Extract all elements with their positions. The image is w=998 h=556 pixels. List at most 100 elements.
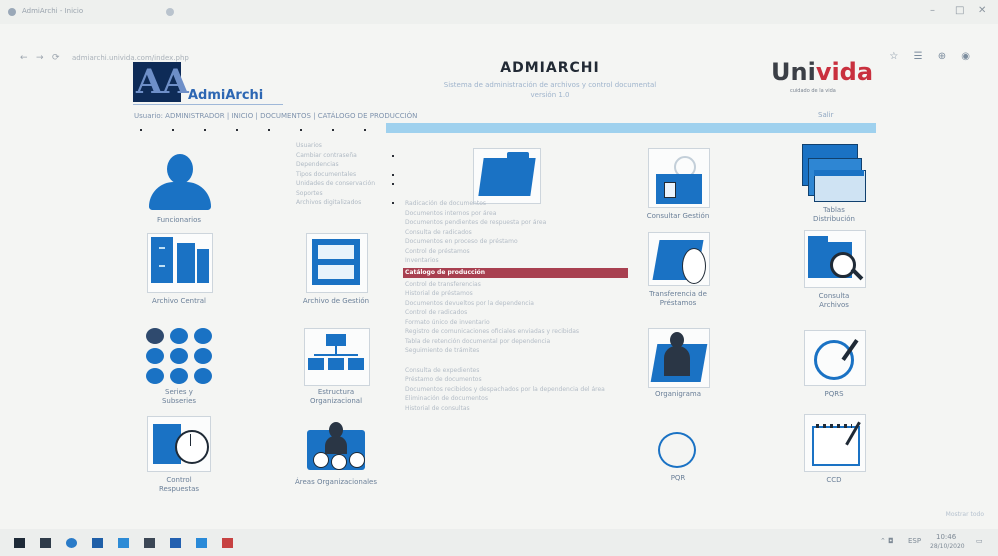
submenu-item[interactable]: Eliminación de documentos <box>403 394 628 404</box>
tile-archivo-gestion[interactable]: Archivo de Gestión <box>276 233 396 306</box>
notifications-icon[interactable]: ▭ <box>976 537 983 545</box>
submenu-item[interactable]: Unidades de conservación <box>296 179 396 189</box>
browser-toolbar-icons[interactable]: ☆ ☰ ⊕ ◉ <box>889 51 976 62</box>
file-explorer-icon[interactable] <box>92 538 103 548</box>
tile-estructura[interactable]: Estructura Organizacional <box>276 328 396 406</box>
tile-label: Funcionarios <box>156 216 202 224</box>
clock-date[interactable]: 28/10/2020 <box>930 543 965 550</box>
tile-ccd[interactable]: CCD <box>774 414 894 485</box>
submenu-item[interactable]: Documentos internos por área <box>403 209 628 219</box>
tile-label: Estructura Organizacional <box>309 388 363 405</box>
clock-time[interactable]: 10:46 <box>936 533 956 541</box>
tab-icon <box>166 8 174 16</box>
tile-label: Consultar Gestión <box>646 212 710 220</box>
close-window-icon[interactable]: ✕ <box>978 5 986 16</box>
submenu-item[interactable]: Historial de consultas <box>403 404 628 414</box>
submenu-item[interactable]: Control de transferencias <box>403 280 628 290</box>
show-all-link[interactable]: Mostrar todo <box>946 511 984 518</box>
submenu-item-label: Archivos digitalizados <box>296 199 362 206</box>
forward-arrow-icon[interactable]: → <box>36 53 44 63</box>
bullet-icon <box>392 183 394 185</box>
tile-areas[interactable]: Áreas Organizacionales <box>276 416 396 487</box>
submenu-item[interactable]: Inventarios <box>403 256 628 266</box>
page-subtitle: Sistema de administración de archivos y … <box>380 80 720 100</box>
subtitle-line2: versión 1.0 <box>530 91 570 99</box>
tile-archivo-central[interactable]: Archivo Central <box>119 233 239 306</box>
submenu-item-label: Tipos documentales <box>296 170 357 178</box>
folder-person-icon <box>646 328 710 388</box>
start-icon[interactable] <box>14 538 25 548</box>
tile-organigrama[interactable]: Organigrama <box>618 328 738 399</box>
submenu-item[interactable]: Tipos documentales <box>296 170 396 180</box>
submenu-item[interactable]: Dependencias <box>296 160 396 170</box>
tile-consultar-gestion[interactable]: Consultar Gestión <box>618 148 738 221</box>
submenu-item[interactable]: Consulta de expedientes <box>403 366 628 376</box>
notepad-icon <box>802 414 866 472</box>
subtitle-line1: Sistema de administración de archivos y … <box>443 81 657 89</box>
submenu-item[interactable]: Consulta de radicados <box>403 228 628 238</box>
submenu-item[interactable]: Documentos recibidos y despachados por l… <box>403 385 628 395</box>
admiarchi-logo: AA <box>133 62 189 102</box>
tile-tablas[interactable]: Tablas Distribución <box>774 144 894 224</box>
task-view-icon[interactable] <box>40 538 51 548</box>
tile-label: CCD <box>826 476 842 484</box>
url-field[interactable]: admiarchi.univida.com/index.php <box>72 54 189 62</box>
tile-funcionarios[interactable]: Funcionarios <box>119 152 239 225</box>
tile-label: Archivo Central <box>152 297 206 305</box>
submenu-item[interactable]: Seguimiento de trámites <box>403 346 628 356</box>
submenu-item[interactable]: Cambiar contraseña <box>296 151 396 161</box>
submenu-item[interactable]: Documentos pendientes de respuesta por á… <box>403 218 628 228</box>
submenu-item[interactable]: Documentos devueltos por la dependencia <box>403 299 628 309</box>
tile-label: Control Respuestas <box>158 476 200 493</box>
minimize-icon[interactable]: – <box>930 5 935 16</box>
language-indicator[interactable]: ESP <box>908 537 921 545</box>
submenu-item[interactable]: Préstamo de documentos <box>403 375 628 385</box>
reload-icon[interactable]: ⟳ <box>52 53 60 63</box>
submenu-item[interactable]: Soportes <box>296 189 396 199</box>
submenu-item[interactable]: Usuarios <box>296 141 396 151</box>
submenu-item[interactable]: Historial de préstamos <box>403 289 628 299</box>
submenu-item[interactable]: Documentos en proceso de préstamo <box>403 237 628 247</box>
people-group-icon <box>303 416 369 474</box>
folder-transfer-icon <box>646 232 710 286</box>
submenu-item[interactable]: Radicación de documentos <box>403 199 628 209</box>
submenu-item[interactable]: Tabla de retención documental por depend… <box>403 337 628 347</box>
submenu-item[interactable]: Archivos digitalizados <box>296 198 396 208</box>
submenu-item[interactable]: Control de préstamos <box>403 247 628 257</box>
browser-tab-title[interactable]: AdmiArchi - Inicio <box>22 7 83 15</box>
tile-transferencia[interactable]: Transferencia de Préstamos <box>618 232 738 308</box>
breadcrumb[interactable]: Usuario: ADMINISTRADOR | INICIO | DOCUME… <box>134 112 417 120</box>
submenu-spacer <box>403 356 628 366</box>
logout-link[interactable]: Salir <box>818 111 834 119</box>
submenu-item[interactable]: Control de radicados <box>403 308 628 318</box>
submenu-item[interactable]: Registro de comunicaciones oficiales env… <box>403 327 628 337</box>
tile-pqr[interactable]: PQR <box>618 432 738 483</box>
tile-series[interactable]: Series y Subseries <box>119 328 239 406</box>
tile-label: Series y Subseries <box>161 388 197 405</box>
tile-label: Organigrama <box>654 390 702 398</box>
submenu-item[interactable]: Formato único de inventario <box>403 318 628 328</box>
tile-label: Transferencia de Préstamos <box>649 290 707 307</box>
tile-control-respuestas[interactable]: Control Respuestas <box>119 416 239 494</box>
submenu-item-selected[interactable]: Catálogo de producción <box>403 267 628 278</box>
univida-tagline: cuidado de la vida <box>790 88 836 94</box>
app-icon[interactable] <box>222 538 233 548</box>
mail-icon[interactable] <box>144 538 155 548</box>
bullet-icon <box>392 173 394 176</box>
tile-label: PQRS <box>824 390 844 398</box>
favicon-icon <box>8 8 16 16</box>
logo-divider <box>133 104 283 105</box>
drawer-cabinet-icon <box>304 233 368 293</box>
browser-tab-bar: AdmiArchi - Inicio – □ ✕ <box>0 0 998 24</box>
back-arrow-icon[interactable]: ← <box>20 53 28 63</box>
tile-pqrs[interactable]: PQRS <box>774 330 894 399</box>
tray-icons[interactable]: ⌃ ◘ <box>880 537 894 545</box>
store-icon[interactable] <box>118 538 129 548</box>
word-icon[interactable] <box>170 538 181 548</box>
excel-icon[interactable] <box>196 538 207 548</box>
tile-consulta-archivos[interactable]: Consulta Archivos <box>774 230 894 310</box>
bullet-icon <box>392 154 394 157</box>
maximize-icon[interactable]: □ <box>955 5 964 16</box>
tile-documentos[interactable] <box>446 148 566 206</box>
edge-icon[interactable] <box>66 538 77 548</box>
